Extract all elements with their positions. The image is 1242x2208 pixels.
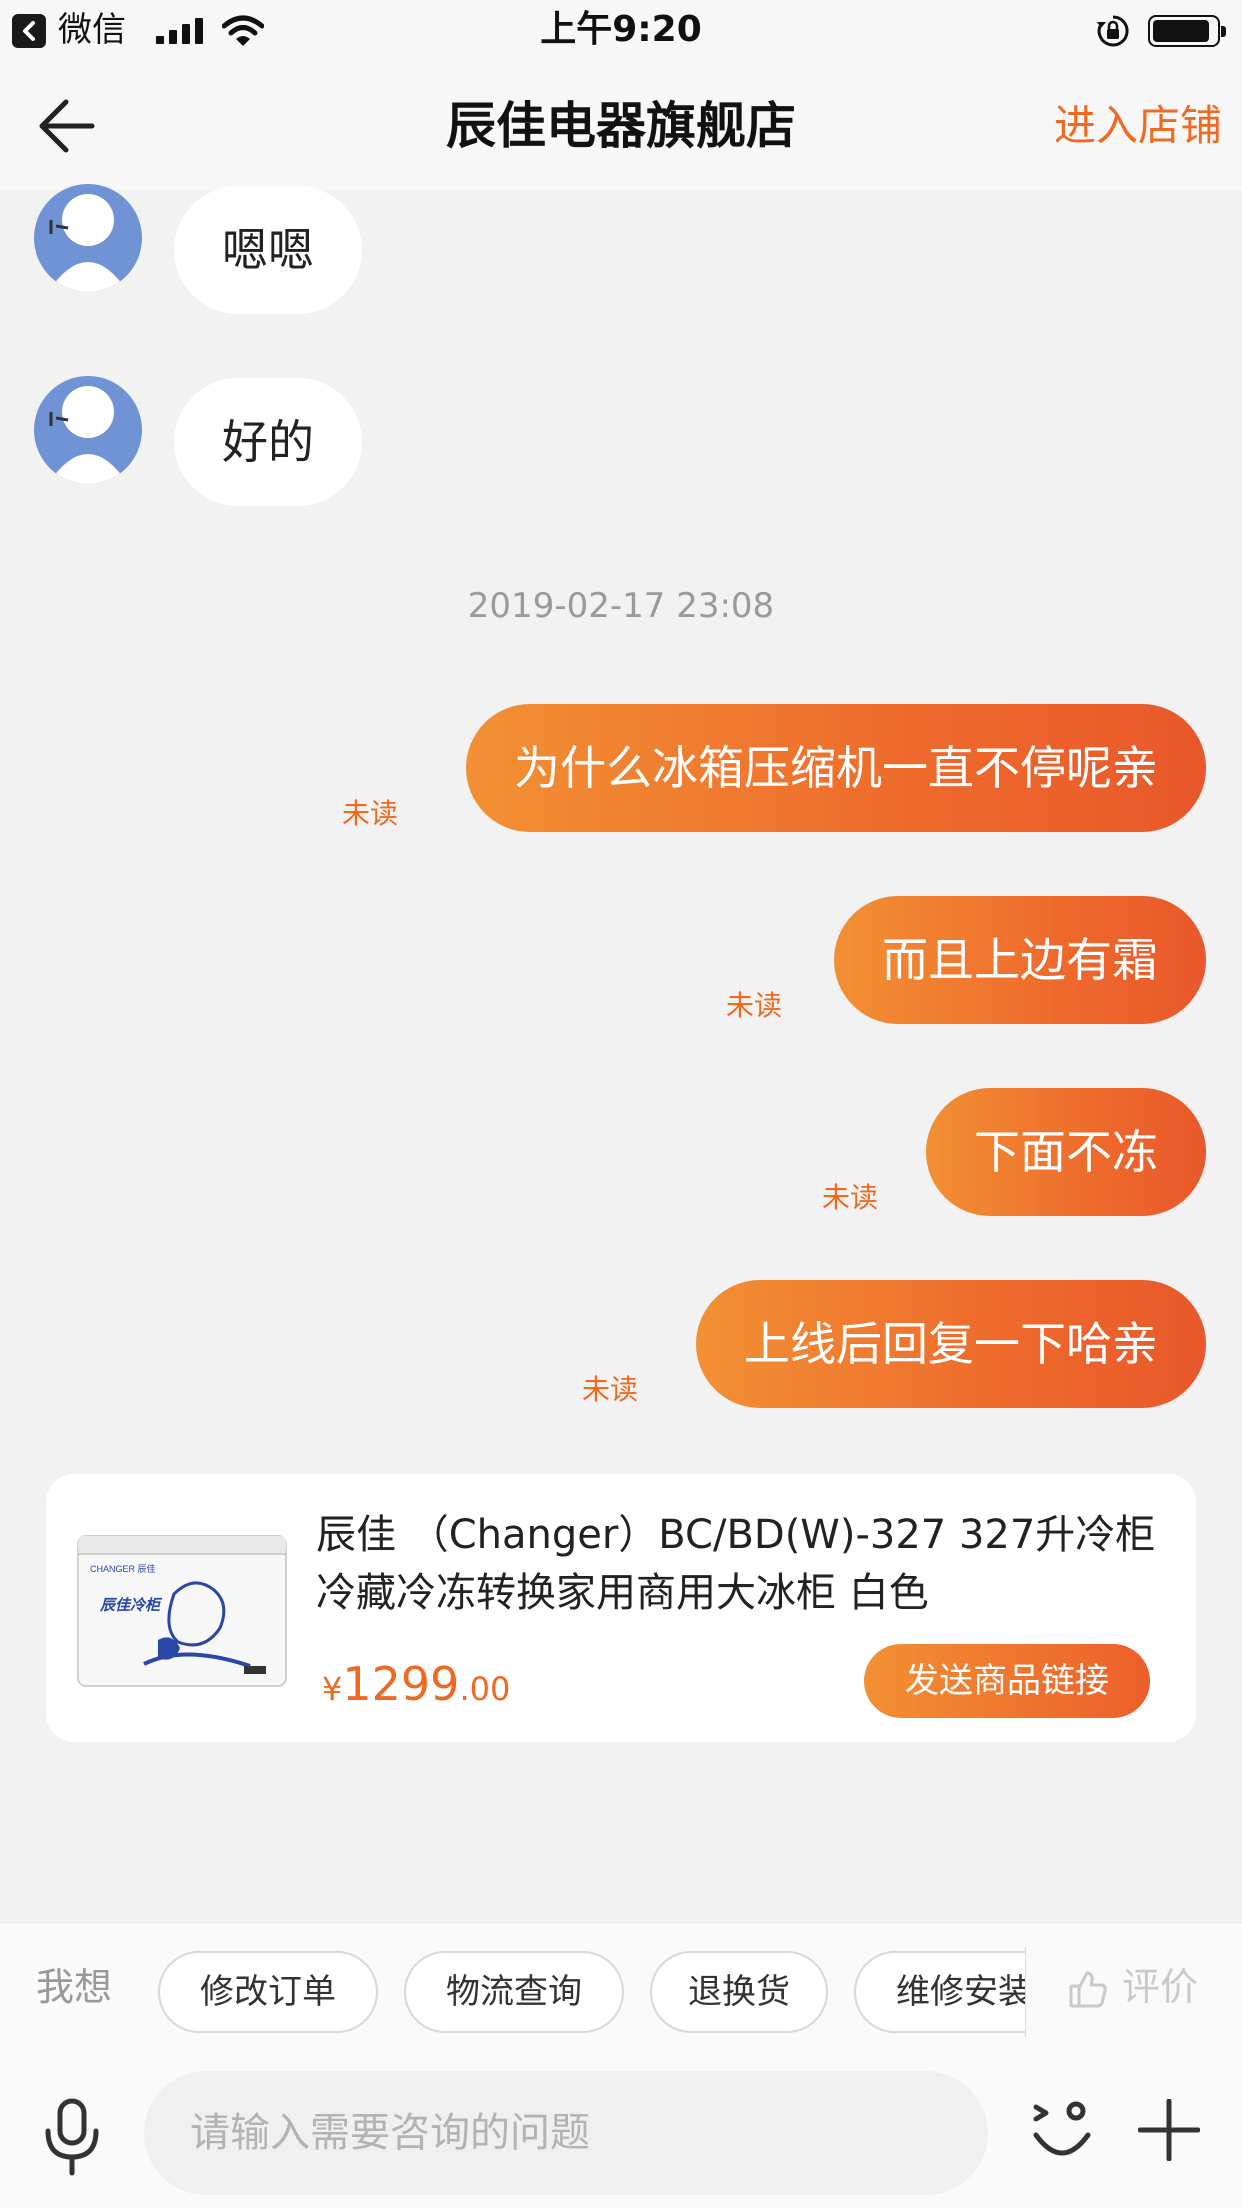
price-integer: 1299 (342, 1657, 460, 1711)
rate-label: 评价 (1122, 1965, 1199, 2009)
outgoing-message-bubble[interactable]: 而且上边有霜 (834, 896, 1206, 1024)
price-currency: ¥ (322, 1670, 343, 1708)
thumbs-up-icon (1069, 1971, 1107, 2008)
outgoing-message-bubble[interactable]: 为什么冰箱压缩机一直不停呢亲 (466, 704, 1206, 832)
nav-bar: 辰佳电器旗舰店 进入店铺 (0, 62, 1242, 190)
unread-status: 未读 (582, 1373, 639, 1406)
avatar-icon (48, 194, 128, 292)
chip-repair-install[interactable]: 维修安装 (854, 1951, 1025, 2033)
rate-button[interactable]: 评价 (1068, 1959, 1228, 2015)
avatar-icon (48, 386, 128, 484)
enter-store-link[interactable]: 进入店铺 (1054, 98, 1222, 154)
message-timestamp: 2019-02-17 23:08 (467, 586, 775, 626)
message-input[interactable] (144, 2071, 988, 2195)
lock-rotation-icon (1097, 15, 1129, 47)
bottom-toolbar: 我想 修改订单 物流查询 退换货 维修安装 评价 (0, 1922, 1242, 2208)
quick-reply-label: 我想 (36, 1965, 113, 2009)
status-bar: 微信 上午9:20 (0, 0, 1242, 62)
outgoing-message-bubble[interactable]: 上线后回复一下哈亲 (696, 1280, 1206, 1408)
product-image-brand: CHANGER 辰佳 (90, 1563, 156, 1574)
avatar[interactable] (34, 376, 142, 484)
unread-status: 未读 (342, 797, 399, 830)
unread-status: 未读 (726, 989, 783, 1022)
microphone-icon[interactable] (40, 2097, 104, 2177)
chip-logistics[interactable]: 物流查询 (404, 1951, 624, 2033)
product-title[interactable]: 辰佳 （Changer）BC/BD(W)-327 327升冷柜冷藏冷冻转换家用商… (316, 1506, 1176, 1622)
unread-status: 未读 (822, 1181, 879, 1214)
emoji-icon[interactable] (1030, 2095, 1094, 2165)
product-card[interactable]: CHANGER 辰佳 辰佳冷柜 辰佳 （Changer）BC/BD(W)-327… (46, 1474, 1196, 1742)
send-product-link-button[interactable]: 发送商品链接 (864, 1644, 1150, 1718)
incoming-message-bubble[interactable]: 嗯嗯 (174, 186, 362, 314)
chip-return-exchange[interactable]: 退换货 (650, 1951, 828, 2033)
battery-icon (1148, 15, 1226, 47)
outgoing-message-bubble[interactable]: 下面不冻 (926, 1088, 1206, 1216)
price-decimal: .00 (459, 1670, 511, 1708)
chip-modify-order[interactable]: 修改订单 (158, 1951, 378, 2033)
product-image-slogan: 辰佳冷柜 (99, 1596, 163, 1614)
product-price: ¥1299.00 (322, 1654, 510, 1725)
plus-icon[interactable] (1138, 2099, 1200, 2161)
incoming-message-bubble[interactable]: 好的 (174, 378, 362, 506)
product-image[interactable]: CHANGER 辰佳 辰佳冷柜 (74, 1524, 290, 1696)
avatar[interactable] (34, 184, 142, 292)
quick-reply-chips: 修改订单 物流查询 退换货 维修安装 (150, 1947, 1026, 2037)
status-time: 上午9:20 (540, 9, 702, 50)
